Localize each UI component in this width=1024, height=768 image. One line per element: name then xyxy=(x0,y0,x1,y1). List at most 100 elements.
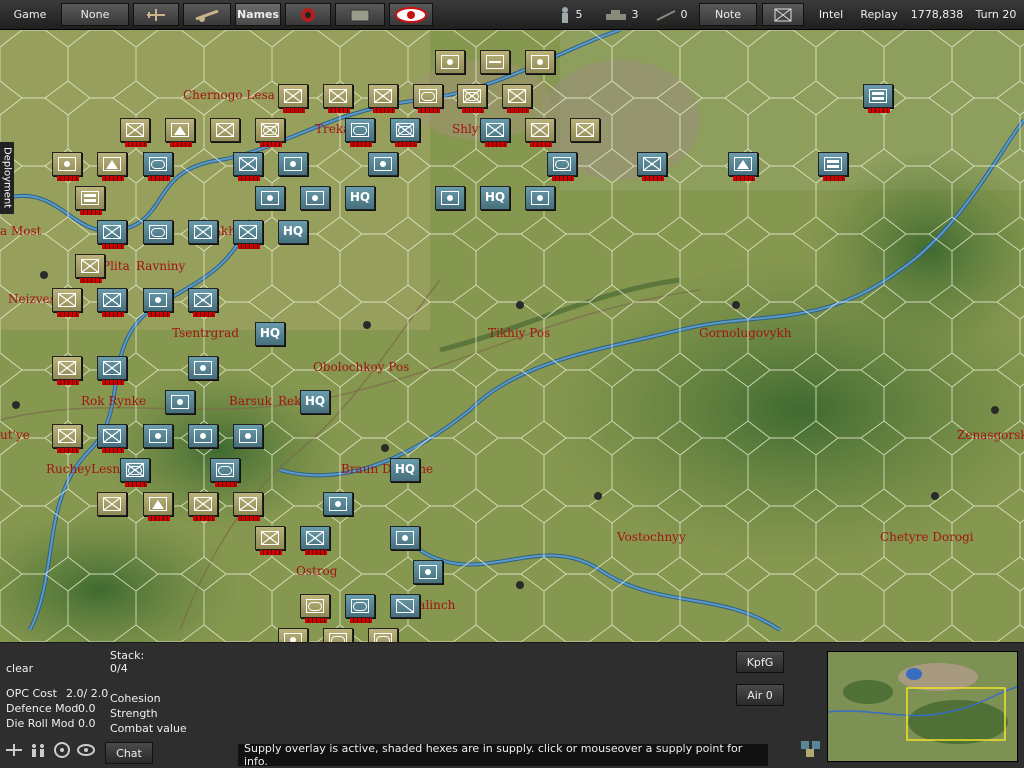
soviet-unit-counter[interactable] xyxy=(480,118,510,147)
minimap[interactable] xyxy=(827,651,1018,762)
airplane-tool-icon[interactable] xyxy=(4,741,24,759)
chat-button[interactable]: Chat xyxy=(105,742,153,764)
axis-unit-counter[interactable] xyxy=(210,118,240,142)
kpfg-button[interactable]: KpfG xyxy=(736,651,784,673)
soviet-unit-counter[interactable]: HQ xyxy=(390,458,420,482)
soviet-unit-counter[interactable] xyxy=(300,526,330,555)
soviet-unit-counter[interactable] xyxy=(728,152,758,181)
axis-unit-counter[interactable] xyxy=(52,152,82,181)
overlay-none-button[interactable]: None xyxy=(61,3,129,26)
axis-unit-counter[interactable] xyxy=(300,594,330,623)
axis-unit-counter[interactable] xyxy=(413,84,443,113)
minimap-units-icon[interactable] xyxy=(800,737,824,759)
visibility-overlay-button[interactable] xyxy=(389,3,433,26)
axis-unit-counter[interactable] xyxy=(323,628,353,642)
soviet-unit-counter[interactable]: HQ xyxy=(480,186,510,210)
soviet-unit-counter[interactable] xyxy=(390,594,420,618)
axis-unit-counter[interactable] xyxy=(457,84,487,113)
axis-unit-counter[interactable] xyxy=(52,356,82,385)
soviet-unit-counter[interactable] xyxy=(210,458,240,487)
soviet-unit-counter[interactable] xyxy=(300,186,330,210)
axis-unit-counter[interactable] xyxy=(97,152,127,181)
soviet-unit-counter[interactable] xyxy=(818,152,848,181)
axis-unit-counter[interactable] xyxy=(75,186,105,215)
deployment-tab[interactable]: Deployment xyxy=(0,142,14,214)
soviet-unit-counter[interactable] xyxy=(233,424,263,448)
axis-unit-counter[interactable] xyxy=(165,118,195,147)
soviet-unit-counter[interactable] xyxy=(143,424,173,448)
soviet-unit-counter[interactable] xyxy=(637,152,667,181)
soviet-unit-counter[interactable] xyxy=(278,152,308,176)
soviet-unit-counter[interactable] xyxy=(120,458,150,487)
axis-unit-counter[interactable] xyxy=(233,492,263,521)
supply-overlay-button[interactable] xyxy=(335,3,385,26)
artillery-overlay-button[interactable] xyxy=(183,3,231,26)
soviet-unit-counter[interactable] xyxy=(345,594,375,623)
soviet-unit-counter[interactable] xyxy=(547,152,577,181)
game-menu-button[interactable]: Game xyxy=(2,3,58,26)
soviet-unit-counter[interactable] xyxy=(863,84,893,113)
soviet-unit-counter[interactable] xyxy=(435,186,465,210)
soviet-unit-counter[interactable] xyxy=(188,424,218,448)
axis-unit-counter[interactable] xyxy=(368,84,398,113)
axis-unit-counter[interactable] xyxy=(143,492,173,521)
soviet-unit-counter[interactable] xyxy=(345,118,375,147)
soviet-unit-counter[interactable] xyxy=(188,356,218,380)
axis-unit-counter[interactable] xyxy=(188,492,218,521)
axis-unit-counter[interactable] xyxy=(435,50,465,74)
damage-overlay-button[interactable] xyxy=(285,3,331,26)
axis-unit-counter[interactable] xyxy=(368,628,398,642)
soviet-unit-counter[interactable] xyxy=(143,220,173,244)
target-tool-icon[interactable] xyxy=(52,741,72,759)
soviet-unit-counter[interactable]: HQ xyxy=(278,220,308,244)
note-button[interactable]: Note xyxy=(699,3,757,26)
soviet-unit-counter[interactable]: HQ xyxy=(345,186,375,210)
replay-button[interactable]: Replay xyxy=(855,3,903,26)
soviet-unit-counter[interactable] xyxy=(97,424,127,453)
axis-unit-counter[interactable] xyxy=(97,492,127,516)
names-toggle-button[interactable]: Names xyxy=(235,3,281,26)
soviet-unit-counter[interactable] xyxy=(390,526,420,550)
axis-unit-counter[interactable] xyxy=(52,288,82,317)
axis-unit-counter[interactable] xyxy=(502,84,532,113)
air-overlay-button[interactable] xyxy=(133,3,179,26)
soviet-unit-counter[interactable] xyxy=(413,560,443,584)
axis-unit-counter[interactable] xyxy=(323,84,353,113)
mail-button[interactable] xyxy=(762,3,804,26)
axis-unit-counter[interactable] xyxy=(480,50,510,74)
hex-map[interactable]: Deployment Chernogo Lesa Trekales Shlyuz… xyxy=(0,30,1024,642)
soviet-unit-counter[interactable]: HQ xyxy=(255,322,285,346)
troops-tool-icon[interactable] xyxy=(28,741,48,759)
x-unit-symbol-icon xyxy=(58,429,76,443)
soviet-unit-counter[interactable] xyxy=(188,288,218,317)
soviet-unit-counter[interactable] xyxy=(143,288,173,317)
soviet-unit-counter[interactable] xyxy=(233,220,263,249)
unit-strength-bar xyxy=(57,380,79,385)
soviet-unit-counter[interactable] xyxy=(323,492,353,516)
axis-unit-counter[interactable] xyxy=(75,254,105,283)
soviet-unit-counter[interactable] xyxy=(165,390,195,414)
soviet-unit-counter[interactable] xyxy=(255,186,285,210)
axis-unit-counter[interactable] xyxy=(525,50,555,74)
soviet-unit-counter[interactable] xyxy=(188,220,218,244)
soviet-unit-counter[interactable] xyxy=(97,288,127,317)
soviet-unit-counter[interactable]: HQ xyxy=(300,390,330,414)
axis-unit-counter[interactable] xyxy=(255,526,285,555)
soviet-unit-counter[interactable] xyxy=(233,152,263,181)
axis-unit-counter[interactable] xyxy=(120,118,150,147)
axis-unit-counter[interactable] xyxy=(278,84,308,113)
intel-button[interactable]: Intel xyxy=(812,3,850,26)
soviet-unit-counter[interactable] xyxy=(390,118,420,147)
soviet-unit-counter[interactable] xyxy=(143,152,173,181)
soviet-unit-counter[interactable] xyxy=(97,220,127,249)
soviet-unit-counter[interactable] xyxy=(368,152,398,176)
air-button[interactable]: Air 0 xyxy=(736,684,784,706)
axis-unit-counter[interactable] xyxy=(278,628,308,642)
axis-unit-counter[interactable] xyxy=(570,118,600,142)
soviet-unit-counter[interactable] xyxy=(525,186,555,210)
axis-unit-counter[interactable] xyxy=(52,424,82,453)
axis-unit-counter[interactable] xyxy=(255,118,285,147)
axis-unit-counter[interactable] xyxy=(525,118,555,147)
eye-tool-icon[interactable] xyxy=(76,741,96,759)
soviet-unit-counter[interactable] xyxy=(97,356,127,385)
